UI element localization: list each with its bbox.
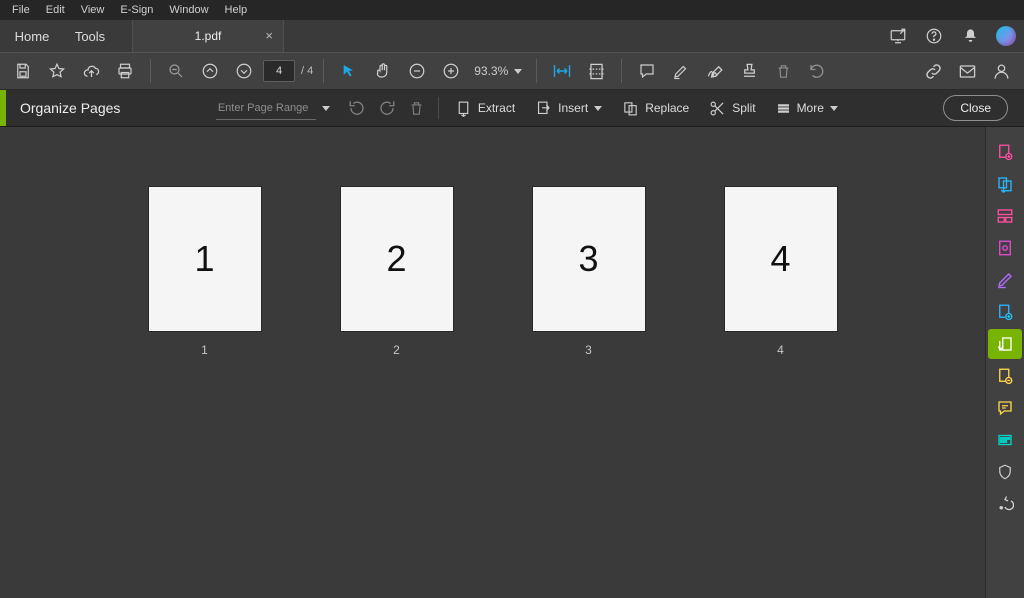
stamp-icon[interactable]: [734, 56, 764, 86]
help-icon[interactable]: [916, 20, 952, 52]
tool-export-pdf-icon[interactable]: [988, 169, 1022, 199]
tab-document-label: 1.pdf: [195, 29, 222, 43]
more-label: More: [797, 101, 824, 115]
page-thumb-3[interactable]: 3 3: [533, 187, 645, 357]
page-label: 4: [777, 343, 784, 357]
cloud-upload-icon[interactable]: [76, 56, 106, 86]
page-preview: 4: [725, 187, 837, 331]
tabs-row: Home Tools 1.pdf ×: [0, 20, 1024, 52]
delete-icon[interactable]: [768, 56, 798, 86]
chevron-down-icon: [594, 106, 602, 111]
page-thumb-4[interactable]: 4 4: [725, 187, 837, 357]
tool-fill-sign-icon[interactable]: [988, 265, 1022, 295]
email-icon[interactable]: [952, 56, 982, 86]
rotate-cw-icon[interactable]: [372, 93, 402, 123]
account-avatar[interactable]: [988, 20, 1024, 52]
tool-protect-icon[interactable]: [988, 457, 1022, 487]
menu-file[interactable]: File: [4, 2, 38, 18]
split-label: Split: [732, 101, 755, 115]
insert-label: Insert: [558, 101, 588, 115]
extract-label: Extract: [478, 101, 515, 115]
page-current-input[interactable]: [263, 60, 295, 82]
tab-tools[interactable]: Tools: [58, 20, 122, 52]
right-tool-rail: [985, 127, 1024, 598]
comment-icon[interactable]: [632, 56, 662, 86]
page-number-box: / 4: [263, 60, 313, 82]
page-up-icon[interactable]: [195, 56, 225, 86]
bell-icon[interactable]: [952, 20, 988, 52]
star-icon[interactable]: [42, 56, 72, 86]
extract-button[interactable]: Extract: [445, 94, 525, 122]
main-area: 1 1 2 2 3 3 4 4: [0, 127, 1024, 598]
thumbnails-canvas[interactable]: 1 1 2 2 3 3 4 4: [0, 127, 985, 598]
thumbnails-row: 1 1 2 2 3 3 4 4: [0, 187, 985, 357]
tool-compress-icon[interactable]: [988, 361, 1022, 391]
rotate-ccw-icon[interactable]: [342, 93, 372, 123]
more-button[interactable]: More: [766, 94, 848, 122]
page-label: 1: [201, 343, 208, 357]
menubar: File Edit View E-Sign Window Help: [0, 0, 1024, 20]
fit-width-icon[interactable]: [547, 56, 577, 86]
fit-page-icon[interactable]: [581, 56, 611, 86]
chevron-down-icon: [830, 106, 838, 111]
sign-icon[interactable]: [700, 56, 730, 86]
replace-button[interactable]: Replace: [612, 94, 699, 122]
chevron-down-icon: [514, 69, 522, 74]
page-preview: 2: [341, 187, 453, 331]
page-preview: 1: [149, 187, 261, 331]
tool-redact-icon[interactable]: [988, 425, 1022, 455]
split-button[interactable]: Split: [699, 94, 765, 122]
main-toolbar: / 4 93.3%: [0, 52, 1024, 90]
profile-icon[interactable]: [986, 56, 1016, 86]
undo-icon[interactable]: [802, 56, 832, 86]
organize-accent: [0, 90, 6, 126]
page-thumb-1[interactable]: 1 1: [149, 187, 261, 357]
page-down-icon[interactable]: [229, 56, 259, 86]
chevron-down-icon[interactable]: [322, 106, 330, 111]
tool-edit-pdf-icon[interactable]: [988, 201, 1022, 231]
tab-document[interactable]: 1.pdf ×: [132, 20, 284, 52]
trash-icon[interactable]: [402, 93, 432, 123]
print-icon[interactable]: [110, 56, 140, 86]
close-panel-button[interactable]: Close: [943, 95, 1008, 121]
organize-pages-bar: Organize Pages Extract Insert Replace Sp…: [0, 90, 1024, 127]
zoom-out-search-icon[interactable]: [161, 56, 191, 86]
page-preview: 3: [533, 187, 645, 331]
replace-label: Replace: [645, 101, 689, 115]
page-label: 3: [585, 343, 592, 357]
zoom-value: 93.3%: [474, 64, 508, 78]
tool-convert-icon[interactable]: [988, 233, 1022, 263]
pointer-icon[interactable]: [334, 56, 364, 86]
share-screen-icon[interactable]: [880, 20, 916, 52]
tab-home[interactable]: Home: [6, 20, 58, 52]
page-total-label: / 4: [301, 65, 313, 77]
link-icon[interactable]: [918, 56, 948, 86]
zoom-out-icon[interactable]: [402, 56, 432, 86]
page-thumb-2[interactable]: 2 2: [341, 187, 453, 357]
tool-comment-icon[interactable]: [988, 393, 1022, 423]
zoom-in-icon[interactable]: [436, 56, 466, 86]
page-label: 2: [393, 343, 400, 357]
menu-help[interactable]: Help: [217, 2, 256, 18]
menu-window[interactable]: Window: [161, 2, 216, 18]
menu-esign[interactable]: E-Sign: [112, 2, 161, 18]
hand-icon[interactable]: [368, 56, 398, 86]
tool-combine-icon[interactable]: [988, 297, 1022, 327]
zoom-readout[interactable]: 93.3%: [470, 64, 526, 78]
tool-create-pdf-icon[interactable]: [988, 137, 1022, 167]
insert-button[interactable]: Insert: [525, 94, 612, 122]
save-icon[interactable]: [8, 56, 38, 86]
tool-more-icon[interactable]: [988, 489, 1022, 519]
highlight-icon[interactable]: [666, 56, 696, 86]
tool-organize-pages-icon[interactable]: [988, 329, 1022, 359]
organize-title: Organize Pages: [20, 100, 120, 116]
menu-view[interactable]: View: [73, 2, 113, 18]
page-range-input[interactable]: [216, 97, 316, 120]
menu-edit[interactable]: Edit: [38, 2, 73, 18]
